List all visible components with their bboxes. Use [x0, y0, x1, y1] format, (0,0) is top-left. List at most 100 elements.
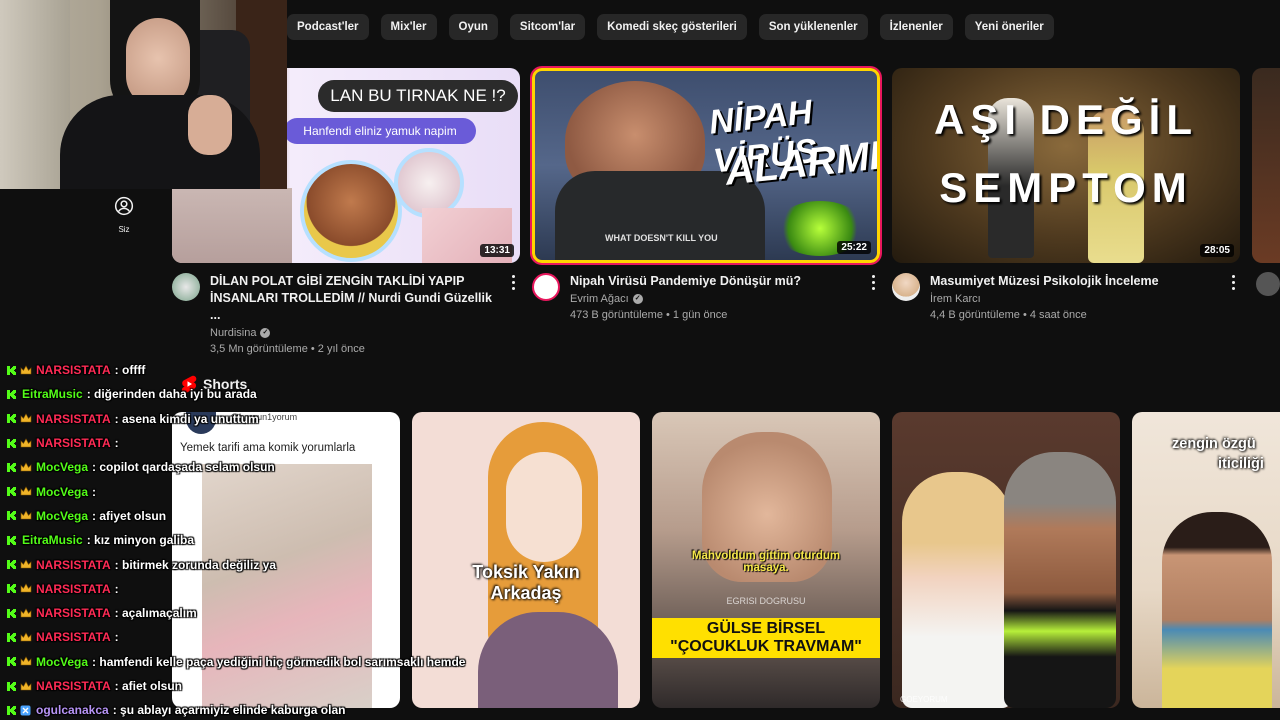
more-actions-icon[interactable]	[868, 273, 878, 291]
chip-gaming[interactable]: Oyun	[448, 14, 498, 40]
thumbnail-face-region	[172, 188, 292, 263]
kick-badge-icon	[6, 632, 17, 643]
chat-username[interactable]: NARSISTATA	[36, 558, 111, 572]
channel-name[interactable]: Evrim Ağacı	[570, 293, 629, 305]
channel-avatar[interactable]	[172, 273, 200, 301]
chat-username[interactable]: NARSISTATA	[36, 606, 111, 620]
chat-message-text: : diğerinden daha iyi bu arada	[86, 387, 257, 402]
chat-message: NARSISTATA: offff	[6, 358, 526, 382]
crown-badge-icon	[20, 510, 32, 521]
video-duration: 25:22	[837, 241, 871, 254]
thumbnail-shirt-text: WHAT DOESN'T KILL YOU	[605, 233, 718, 243]
short-person-left	[902, 472, 1012, 708]
chat-username[interactable]: NARSISTATA	[36, 436, 111, 450]
chat-username[interactable]: MocVega	[36, 460, 88, 474]
chat-message-text: : bitirmek zorunda değiliz ya	[114, 557, 277, 572]
chat-username[interactable]: NARSISTATA	[36, 679, 111, 693]
chat-message: MocVega:	[6, 479, 526, 503]
kick-badge-icon	[6, 535, 17, 546]
chip-sitcoms[interactable]: Sitcom'lar	[509, 14, 586, 40]
short-watermark: GOEYORUM	[900, 695, 948, 704]
chip-sketch-comedy[interactable]: Komedi skeç gösterileri	[597, 14, 747, 40]
short-card[interactable]: zengin özgü iticiliği	[1132, 412, 1280, 708]
chat-message-text: : açalımaçalım	[114, 606, 197, 621]
sidebar-item-you[interactable]: Siz	[104, 196, 144, 234]
kick-badge-icon	[6, 486, 17, 497]
chat-message: ogulcanakca: şu ablayı açarmiyiz elinde …	[6, 698, 526, 720]
chat-username[interactable]: MocVega	[36, 509, 88, 523]
crown-badge-icon	[20, 437, 32, 449]
chat-message-text: : kız minyon galiba	[86, 533, 195, 548]
more-actions-icon[interactable]	[508, 273, 518, 291]
chat-username[interactable]: NARSISTATA	[36, 412, 111, 426]
webcam-hand	[188, 95, 232, 155]
video-duration: 13:31	[480, 244, 514, 257]
short-subtitle-line-1: Mahvoldum gittim oturdum	[691, 550, 841, 562]
chat-message-text: : afiet olsun	[114, 679, 183, 693]
chat-message: EitraMusic: kız minyon galiba	[6, 528, 526, 552]
short-banner: GÜLSE BİRSEL "ÇOCUKLUK TRAVMAM"	[652, 618, 880, 658]
short-card[interactable]: GOEYORUM	[892, 412, 1120, 708]
chat-username[interactable]: NARSISTATA	[36, 582, 111, 596]
chat-username[interactable]: ogulcanakca	[36, 703, 109, 717]
chat-message: NARSISTATA:	[6, 577, 526, 601]
video-thumbnail[interactable]: NİPAH VİRÜS ALARMI! WHAT DOESN'T KILL YO…	[530, 66, 882, 265]
video-title[interactable]: Masumiyet Müzesi Psikolojik İnceleme	[930, 273, 1216, 290]
chip-watched[interactable]: İzlenenler	[879, 14, 953, 40]
short-caption-line-2: iticiliği	[1218, 456, 1264, 472]
video-thumbnail-partial[interactable]	[1252, 68, 1280, 263]
video-duration: 28:05	[1200, 244, 1234, 257]
crown-badge-icon	[20, 365, 32, 376]
channel-name[interactable]: Nurdisina	[210, 327, 256, 339]
thumbnail-headline-2: SEMPTOM	[939, 164, 1193, 211]
crown-badge-icon	[20, 486, 32, 497]
chat-username[interactable]: EitraMusic	[22, 533, 83, 547]
chat-message-text: :	[114, 581, 119, 596]
short-caption-line-1: zengin özgü	[1172, 436, 1256, 452]
chat-message-text: : asena kimdi ya unuttum	[114, 411, 259, 426]
video-stats: 473 B görüntüleme • 1 gün önce	[570, 309, 728, 321]
kick-badge-icon	[6, 608, 17, 619]
chat-username[interactable]: MocVega	[36, 485, 88, 499]
chip-recently-uploaded[interactable]: Son yüklenenler	[758, 14, 868, 40]
channel-name[interactable]: İrem Karcı	[930, 293, 981, 305]
video-title[interactable]: Nipah Virüsü Pandemiye Dönüşür mü?	[570, 273, 856, 290]
chip-podcasts[interactable]: Podcast'ler	[287, 14, 369, 40]
chat-message: MocVega: hamfendi kelle paça yediğini hi…	[6, 650, 526, 674]
video-card[interactable]: AŞI DEĞİL SEMPTOM 28:05 Masumiyet Müzesi…	[892, 68, 1240, 321]
chip-new-to-you[interactable]: Yeni öneriler	[964, 14, 1054, 40]
thumbnail-circle-photo	[300, 160, 402, 262]
chat-message: MocVega: copilot qardaşada selam olsun	[6, 455, 526, 479]
chat-message-text: :	[92, 484, 97, 499]
channel-avatar-partial[interactable]	[1256, 272, 1280, 296]
video-stats: 4,4 B görüntüleme • 4 saat önce	[930, 309, 1087, 321]
kick-badge-icon	[6, 413, 17, 424]
channel-avatar[interactable]	[892, 273, 920, 301]
chat-message: NARSISTATA:	[6, 431, 526, 455]
chat-username[interactable]: EitraMusic	[22, 387, 83, 401]
channel-avatar[interactable]	[532, 273, 560, 301]
chip-mixes[interactable]: Mix'ler	[380, 14, 437, 40]
chat-message: NARSISTATA: açalımaçalım	[6, 601, 526, 625]
crown-badge-icon	[20, 632, 32, 643]
kick-badge-icon	[6, 510, 17, 521]
chat-message: NARSISTATA: bitirmek zorunda değiliz ya	[6, 552, 526, 576]
short-card[interactable]: Mahvoldum gittim oturdum masaya. EGRISI …	[652, 412, 880, 708]
video-card[interactable]: NİPAH VİRÜS ALARMI! WHAT DOESN'T KILL YO…	[530, 66, 882, 321]
verified-icon: ✓	[260, 328, 271, 338]
kick-badge-icon	[6, 656, 17, 667]
video-stats: 3,5 Mn görüntüleme • 2 yıl önce	[210, 343, 365, 355]
chat-username[interactable]: NARSISTATA	[36, 630, 111, 644]
video-title[interactable]: DİLAN POLAT GİBİ ZENGİN TAKLİDİ YAPIP İN…	[210, 273, 496, 324]
crown-badge-icon	[20, 559, 32, 570]
video-thumbnail[interactable]: AŞI DEĞİL SEMPTOM 28:05	[892, 68, 1240, 263]
short-subtitle-line-2: masaya.	[743, 562, 789, 574]
chat-message-text: : afiyet olsun	[92, 508, 167, 523]
short-banner-line-1: GÜLSE BİRSEL	[706, 620, 826, 637]
kick-badge-icon	[6, 389, 17, 400]
short-banner-line-2: "ÇOCUKLUK TRAVMAM"	[670, 638, 862, 655]
more-actions-icon[interactable]	[1228, 273, 1238, 291]
chat-username[interactable]: NARSISTATA	[36, 363, 111, 377]
chat-username[interactable]: MocVega	[36, 655, 88, 669]
crown-badge-icon	[20, 680, 32, 692]
